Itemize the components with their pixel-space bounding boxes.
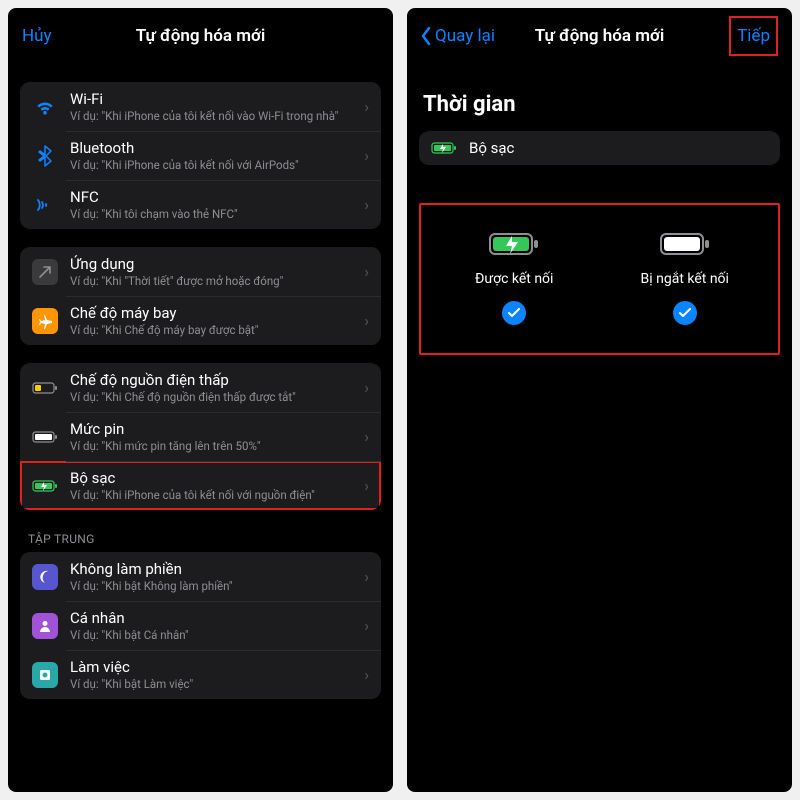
check-icon	[502, 301, 526, 325]
group-connectivity: Wi-Fi Ví dụ: "Khi iPhone của tôi kết nối…	[20, 82, 381, 229]
battery-icon	[32, 430, 58, 444]
group-power: Chế độ nguồn điện thấp Ví dụ: "Khi Chế đ…	[20, 363, 381, 510]
group-apps: Ứng dụng Ví dụ: "Khi "Thời tiết" được mở…	[20, 247, 381, 345]
row-airplane[interactable]: Chế độ máy bay Ví dụ: "Khi Chế độ máy ba…	[20, 296, 381, 345]
wifi-icon	[32, 97, 58, 117]
row-title: Chế độ nguồn điện thấp	[70, 371, 352, 389]
row-sub: Ví dụ: "Khi "Thời tiết" được mở hoặc đón…	[70, 274, 352, 288]
charger-icon	[32, 479, 58, 493]
row-wifi[interactable]: Wi-Fi Ví dụ: "Khi iPhone của tôi kết nối…	[20, 82, 381, 131]
row-title: Ứng dụng	[70, 255, 352, 273]
row-sub: Ví dụ: "Khi mức pin tăng lên trên 50%"	[70, 439, 352, 453]
chevron-right-icon: ›	[364, 476, 369, 495]
content-left: Wi-Fi Ví dụ: "Khi iPhone của tôi kết nối…	[8, 64, 393, 792]
back-label: Quay lại	[435, 26, 495, 46]
row-text: Wi-Fi Ví dụ: "Khi iPhone của tôi kết nối…	[70, 90, 352, 123]
row-text: Cá nhân Ví dụ: "Khi bật Cá nhân"	[70, 609, 352, 642]
row-text: Bộ sạc	[469, 139, 768, 157]
row-battery[interactable]: Mức pin Ví dụ: "Khi mức pin tăng lên trê…	[20, 412, 381, 461]
row-text: Làm việc Ví dụ: "Khi bật Làm việc"	[70, 658, 352, 691]
nav-bar: Quay lại Tự động hóa mới Tiếp	[407, 8, 792, 64]
chevron-right-icon: ›	[364, 262, 369, 281]
option-label: Được kết nối	[475, 271, 553, 287]
chevron-right-icon: ›	[364, 616, 369, 635]
chevron-right-icon: ›	[364, 195, 369, 214]
row-text: Chế độ nguồn điện thấp Ví dụ: "Khi Chế đ…	[70, 371, 352, 404]
row-title: Bộ sạc	[70, 469, 352, 487]
section-heading: Thời gian	[423, 92, 776, 117]
option-connected[interactable]: Được kết nối	[429, 231, 600, 325]
back-button[interactable]: Quay lại	[421, 26, 495, 46]
row-app[interactable]: Ứng dụng Ví dụ: "Khi "Thời tiết" được mở…	[20, 247, 381, 296]
chevron-left-icon	[421, 27, 431, 45]
bluetooth-icon	[32, 145, 58, 167]
chevron-right-icon: ›	[364, 665, 369, 684]
row-sub: Ví dụ: "Khi Chế độ máy bay được bật"	[70, 323, 352, 337]
row-nfc[interactable]: NFC Ví dụ: "Khi tôi chạm vào thẻ NFC" ›	[20, 180, 381, 229]
row-sub: Ví dụ: "Khi tôi chạm vào thẻ NFC"	[70, 207, 352, 221]
row-text: Mức pin Ví dụ: "Khi mức pin tăng lên trê…	[70, 420, 352, 453]
battery-charging-icon	[488, 231, 540, 257]
chevron-right-icon: ›	[364, 567, 369, 586]
row-title: NFC	[70, 188, 352, 206]
trigger-row: Bộ sạc	[419, 131, 780, 165]
row-title: Bluetooth	[70, 139, 352, 157]
row-title: Không làm phiền	[70, 560, 352, 578]
battery-full-icon	[659, 231, 711, 257]
next-button[interactable]: Tiếp	[729, 16, 778, 56]
phone-right: Quay lại Tự động hóa mới Tiếp Thời gian …	[407, 8, 792, 792]
row-title: Bộ sạc	[469, 139, 768, 157]
person-icon	[32, 613, 58, 639]
row-title: Làm việc	[70, 658, 352, 676]
row-sub: Ví dụ: "Khi iPhone của tôi kết nối với A…	[70, 158, 352, 172]
row-sub: Ví dụ: "Khi bật Cá nhân"	[70, 628, 352, 642]
lowpower-icon	[32, 381, 58, 395]
content-right: Thời gian Bộ sạc Được kết nối	[407, 64, 792, 792]
chevron-right-icon: ›	[364, 311, 369, 330]
row-text: Bluetooth Ví dụ: "Khi iPhone của tôi kết…	[70, 139, 352, 172]
chevron-right-icon: ›	[364, 378, 369, 397]
moon-icon	[32, 564, 58, 590]
chevron-right-icon: ›	[364, 146, 369, 165]
row-sub: Ví dụ: "Khi bật Không làm phiền"	[70, 579, 352, 593]
app-icon	[32, 259, 58, 285]
row-text: Bộ sạc Ví dụ: "Khi iPhone của tôi kết nố…	[70, 469, 352, 502]
row-bluetooth[interactable]: Bluetooth Ví dụ: "Khi iPhone của tôi kết…	[20, 131, 381, 180]
row-title: Chế độ máy bay	[70, 304, 352, 322]
charger-icon	[431, 141, 457, 155]
row-text: Chế độ máy bay Ví dụ: "Khi Chế độ máy ba…	[70, 304, 352, 337]
row-text: NFC Ví dụ: "Khi tôi chạm vào thẻ NFC"	[70, 188, 352, 221]
check-icon	[673, 301, 697, 325]
row-text: Ứng dụng Ví dụ: "Khi "Thời tiết" được mở…	[70, 255, 352, 288]
row-lowpower[interactable]: Chế độ nguồn điện thấp Ví dụ: "Khi Chế đ…	[20, 363, 381, 412]
nav-bar: Hủy Tự động hóa mới	[8, 8, 393, 64]
airplane-icon	[32, 308, 58, 334]
row-text: Không làm phiền Ví dụ: "Khi bật Không là…	[70, 560, 352, 593]
option-label: Bị ngắt kết nối	[641, 271, 729, 287]
option-disconnected[interactable]: Bị ngắt kết nối	[600, 231, 771, 325]
cancel-button[interactable]: Hủy	[22, 26, 52, 46]
option-panel: Được kết nối Bị ngắt kết nối	[419, 203, 780, 355]
chevron-right-icon: ›	[364, 97, 369, 116]
row-title: Mức pin	[70, 420, 352, 438]
row-sub: Ví dụ: "Khi Chế độ nguồn điện thấp được …	[70, 390, 352, 404]
row-work[interactable]: Làm việc Ví dụ: "Khi bật Làm việc" ›	[20, 650, 381, 699]
row-title: Wi-Fi	[70, 90, 352, 108]
group-focus: Không làm phiền Ví dụ: "Khi bật Không là…	[20, 552, 381, 699]
row-sub: Ví dụ: "Khi iPhone của tôi kết nối với n…	[70, 488, 352, 502]
page-title: Tự động hóa mới	[8, 26, 393, 46]
row-personal[interactable]: Cá nhân Ví dụ: "Khi bật Cá nhân" ›	[20, 601, 381, 650]
row-title: Cá nhân	[70, 609, 352, 627]
row-trigger[interactable]: Bộ sạc	[419, 131, 780, 165]
row-charger[interactable]: Bộ sạc Ví dụ: "Khi iPhone của tôi kết nố…	[20, 461, 381, 510]
chevron-right-icon: ›	[364, 427, 369, 446]
nfc-icon	[32, 194, 58, 216]
row-sub: Ví dụ: "Khi iPhone của tôi kết nối vào W…	[70, 109, 352, 123]
work-icon	[32, 662, 58, 688]
row-sub: Ví dụ: "Khi bật Làm việc"	[70, 677, 352, 691]
row-dnd[interactable]: Không làm phiền Ví dụ: "Khi bật Không là…	[20, 552, 381, 601]
phone-left: Hủy Tự động hóa mới Wi-Fi Ví dụ: "Khi iP…	[8, 8, 393, 792]
focus-section-header: TẬP TRUNG	[20, 510, 381, 552]
